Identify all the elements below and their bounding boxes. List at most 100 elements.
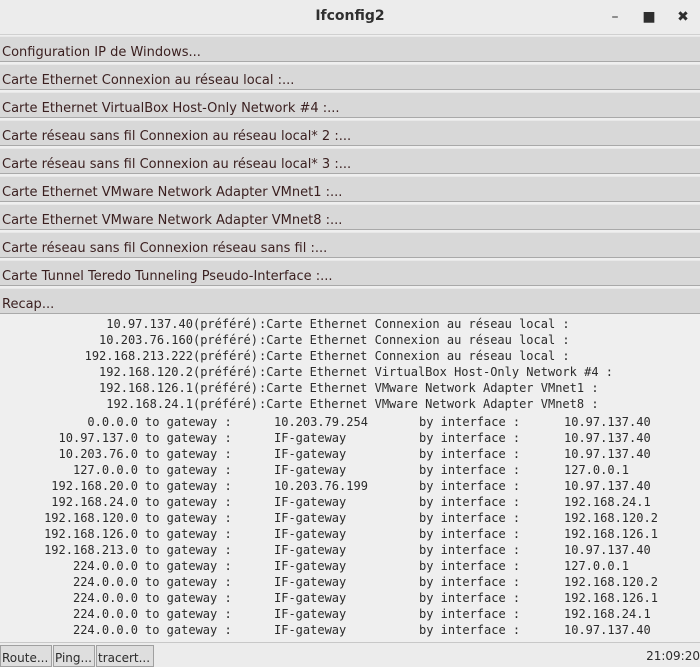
preferred-ip: 192.168.126.1(préféré)	[99, 381, 258, 395]
route-destination: 224.0.0.0	[72, 559, 138, 573]
route-by-interface: by interface :	[419, 575, 521, 589]
route-gateway: IF-gateway	[274, 511, 347, 525]
route-interface: 10.97.137.40	[564, 431, 651, 445]
route-by-interface: by interface :	[419, 463, 521, 477]
route-to-gateway: to gateway :	[145, 543, 232, 557]
route-by-interface: by interface :	[419, 607, 521, 621]
section-ethernet-local[interactable]: Carte Ethernet Connexion au réseau local…	[0, 64, 700, 90]
route-to-gateway: to gateway :	[145, 495, 232, 509]
preferred-ip: 192.168.24.1(préféré)	[106, 397, 258, 411]
title-bar[interactable]: Ifconfig2 – ■ ✖	[0, 0, 700, 35]
clock: 21:09:20	[646, 649, 700, 663]
adapter-description: :Carte Ethernet VirtualBox Host-Only Net…	[259, 365, 614, 379]
minimize-button[interactable]: –	[604, 6, 626, 28]
route-destination: 192.168.126.0	[44, 527, 138, 541]
route-gateway: IF-gateway	[274, 431, 347, 445]
route-destination: 10.97.137.0	[58, 431, 138, 445]
route-gateway: IF-gateway	[274, 559, 347, 573]
route-to-gateway: to gateway :	[145, 527, 232, 541]
section-wifi-network[interactable]: Carte réseau sans fil Connexion réseau s…	[0, 232, 700, 258]
route-to-gateway: to gateway :	[145, 623, 232, 637]
preferred-ip: 192.168.213.222(préféré)	[84, 349, 258, 363]
route-gateway: IF-gateway	[274, 575, 347, 589]
route-to-gateway: to gateway :	[145, 431, 232, 445]
route-by-interface: by interface :	[419, 479, 521, 493]
route-by-interface: by interface :	[419, 415, 521, 429]
route-destination: 224.0.0.0	[72, 575, 138, 589]
route-row: 192.168.20.0 to gateway : 10.203.76.199 by …	[0, 479, 700, 495]
route-destination: 192.168.20.0	[51, 479, 138, 493]
route-interface: 192.168.126.1	[564, 527, 658, 541]
tracert-button[interactable]: tracert...	[96, 645, 154, 667]
route-to-gateway: to gateway :	[145, 575, 232, 589]
adapter-description: :Carte Ethernet Connexion au réseau loca…	[259, 333, 570, 347]
preferred-address-row: 10.203.76.160(préféré):Carte Ethernet Co…	[0, 333, 700, 349]
section-list: Configuration IP de Windows... Carte Eth…	[0, 36, 700, 316]
adapter-description: :Carte Ethernet Connexion au réseau loca…	[259, 317, 570, 331]
route-row: 127.0.0.0 to gateway : IF-gateway by interf…	[0, 463, 700, 479]
route-destination: 224.0.0.0	[72, 591, 138, 605]
route-interface: 192.168.126.1	[564, 591, 658, 605]
section-recap[interactable]: Recap...	[0, 288, 700, 314]
route-interface: 127.0.0.1	[564, 559, 630, 573]
route-to-gateway: to gateway :	[145, 607, 232, 621]
route-row: 10.203.76.0 to gateway : IF-gateway by inte…	[0, 447, 700, 463]
route-destination: 10.203.76.0	[58, 447, 138, 461]
adapter-description: :Carte Ethernet Connexion au réseau loca…	[259, 349, 570, 363]
route-by-interface: by interface :	[419, 511, 521, 525]
route-gateway: IF-gateway	[274, 607, 347, 621]
route-gateway: IF-gateway	[274, 591, 347, 605]
route-row: 192.168.24.0 to gateway : IF-gateway by int…	[0, 495, 700, 511]
route-interface: 127.0.0.1	[564, 463, 630, 477]
route-to-gateway: to gateway :	[145, 511, 232, 525]
section-wifi-local-2[interactable]: Carte réseau sans fil Connexion au résea…	[0, 120, 700, 146]
route-row: 224.0.0.0 to gateway : IF-gateway by interf…	[0, 623, 700, 639]
route-by-interface: by interface :	[419, 495, 521, 509]
route-interface: 10.97.137.40	[564, 543, 651, 557]
preferred-address-row: 10.97.137.40(préféré):Carte Ethernet Con…	[0, 317, 700, 333]
route-to-gateway: to gateway :	[145, 559, 232, 573]
preferred-address-row: 192.168.24.1(préféré):Carte Ethernet VMw…	[0, 397, 700, 413]
route-interface: 10.97.137.40	[564, 415, 651, 429]
route-interface: 192.168.24.1	[564, 607, 651, 621]
section-ethernet-virtualbox[interactable]: Carte Ethernet VirtualBox Host-Only Netw…	[0, 92, 700, 118]
route-row: 192.168.120.0 to gateway : IF-gateway by in…	[0, 511, 700, 527]
route-row: 224.0.0.0 to gateway : IF-gateway by interf…	[0, 559, 700, 575]
route-by-interface: by interface :	[419, 591, 521, 605]
route-row: 192.168.126.0 to gateway : IF-gateway by in…	[0, 527, 700, 543]
preferred-address-row: 192.168.126.1(préféré):Carte Ethernet VM…	[0, 381, 700, 397]
route-destination: 0.0.0.0	[87, 415, 138, 429]
route-by-interface: by interface :	[419, 431, 521, 445]
route-to-gateway: to gateway :	[145, 591, 232, 605]
route-interface: 10.97.137.40	[564, 623, 651, 637]
maximize-button[interactable]: ■	[638, 6, 660, 28]
route-row: 10.97.137.0 to gateway : IF-gateway by inte…	[0, 431, 700, 447]
recap-output: 10.97.137.40(préféré):Carte Ethernet Con…	[0, 314, 700, 640]
close-button[interactable]: ✖	[672, 6, 694, 28]
preferred-address-row: 192.168.213.222(préféré):Carte Ethernet …	[0, 349, 700, 365]
route-gateway: IF-gateway	[274, 543, 347, 557]
section-ethernet-vmnet1[interactable]: Carte Ethernet VMware Network Adapter VM…	[0, 176, 700, 202]
route-gateway: IF-gateway	[274, 527, 347, 541]
preferred-ip: 192.168.120.2(préféré)	[99, 365, 258, 379]
section-teredo-tunnel[interactable]: Carte Tunnel Teredo Tunneling Pseudo-Int…	[0, 260, 700, 286]
route-gateway: IF-gateway	[274, 463, 347, 477]
route-button[interactable]: Route...	[0, 645, 52, 667]
route-destination: 192.168.213.0	[44, 543, 138, 557]
ping-button[interactable]: Ping...	[53, 645, 95, 667]
route-by-interface: by interface :	[419, 447, 521, 461]
route-by-interface: by interface :	[419, 527, 521, 541]
route-to-gateway: to gateway :	[145, 447, 232, 461]
route-destination: 224.0.0.0	[72, 607, 138, 621]
section-windows-ip-config[interactable]: Configuration IP de Windows...	[0, 36, 700, 62]
preferred-ip: 10.97.137.40(préféré)	[106, 317, 258, 331]
route-gateway: IF-gateway	[274, 623, 347, 637]
route-destination: 192.168.120.0	[44, 511, 138, 525]
preferred-ip: 10.203.76.160(préféré)	[99, 333, 258, 347]
route-by-interface: by interface :	[419, 559, 521, 573]
section-wifi-local-3[interactable]: Carte réseau sans fil Connexion au résea…	[0, 148, 700, 174]
route-row: 224.0.0.0 to gateway : IF-gateway by interf…	[0, 575, 700, 591]
route-gateway: IF-gateway	[274, 447, 347, 461]
section-ethernet-vmnet8[interactable]: Carte Ethernet VMware Network Adapter VM…	[0, 204, 700, 230]
route-interface: 192.168.24.1	[564, 495, 651, 509]
